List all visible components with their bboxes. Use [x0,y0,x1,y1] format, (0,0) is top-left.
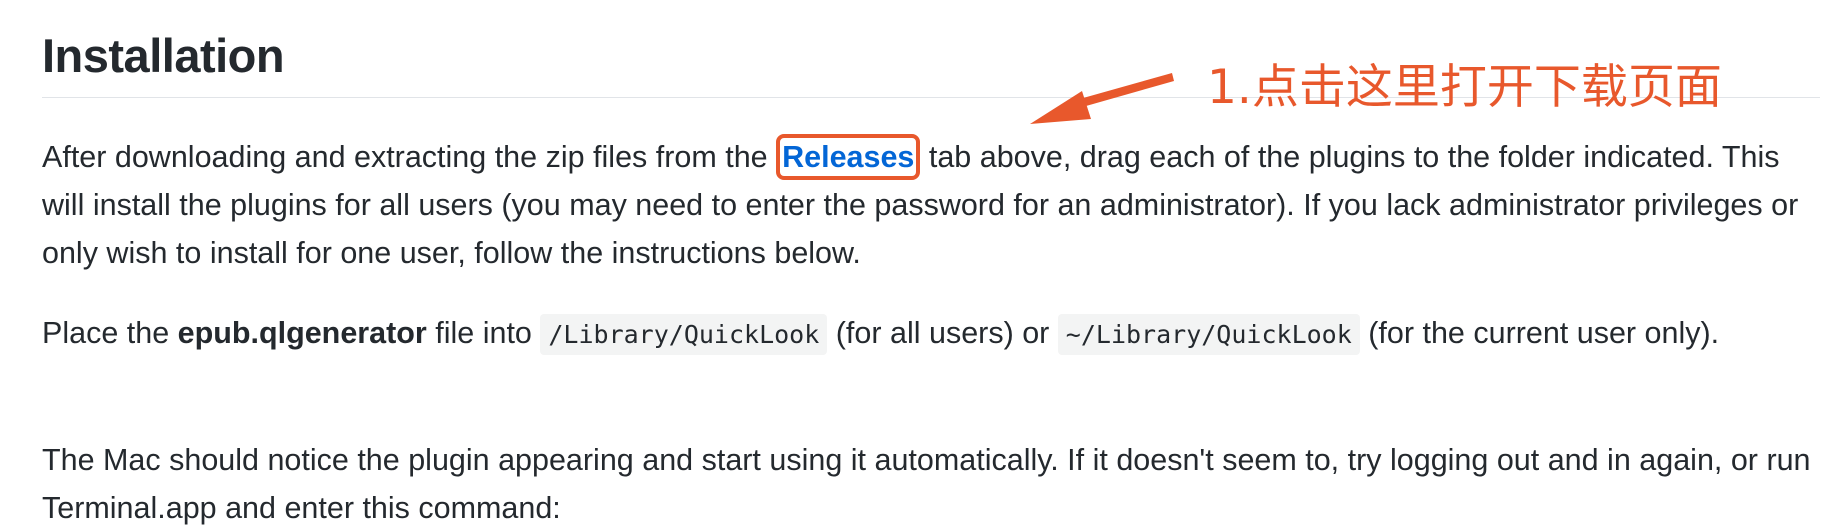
code-path-current-user: ~/Library/QuickLook [1057,314,1360,355]
section-heading: Installation [42,29,285,82]
releases-highlight-box: Releases [776,134,921,180]
para2-text-3: (for all users) or [827,316,1058,350]
para2-text-1: Place the [42,316,178,350]
paragraph-place-file: Place the epub.qlgenerator file into /Li… [42,309,1822,359]
filename-bold: epub.qlgenerator [177,316,427,350]
para2-text-2: file into [426,316,541,350]
paragraph-download: After downloading and extracting the zip… [42,133,1822,277]
para2-text-4: (for the current user only). [1359,316,1720,350]
releases-link[interactable]: Releases [782,140,914,174]
code-path-all-users: /Library/QuickLook [540,314,828,355]
annotation-label: 1.点击这里打开下载页面 [1207,60,1722,115]
para1-text-before: After downloading and extracting the zip… [42,140,777,174]
